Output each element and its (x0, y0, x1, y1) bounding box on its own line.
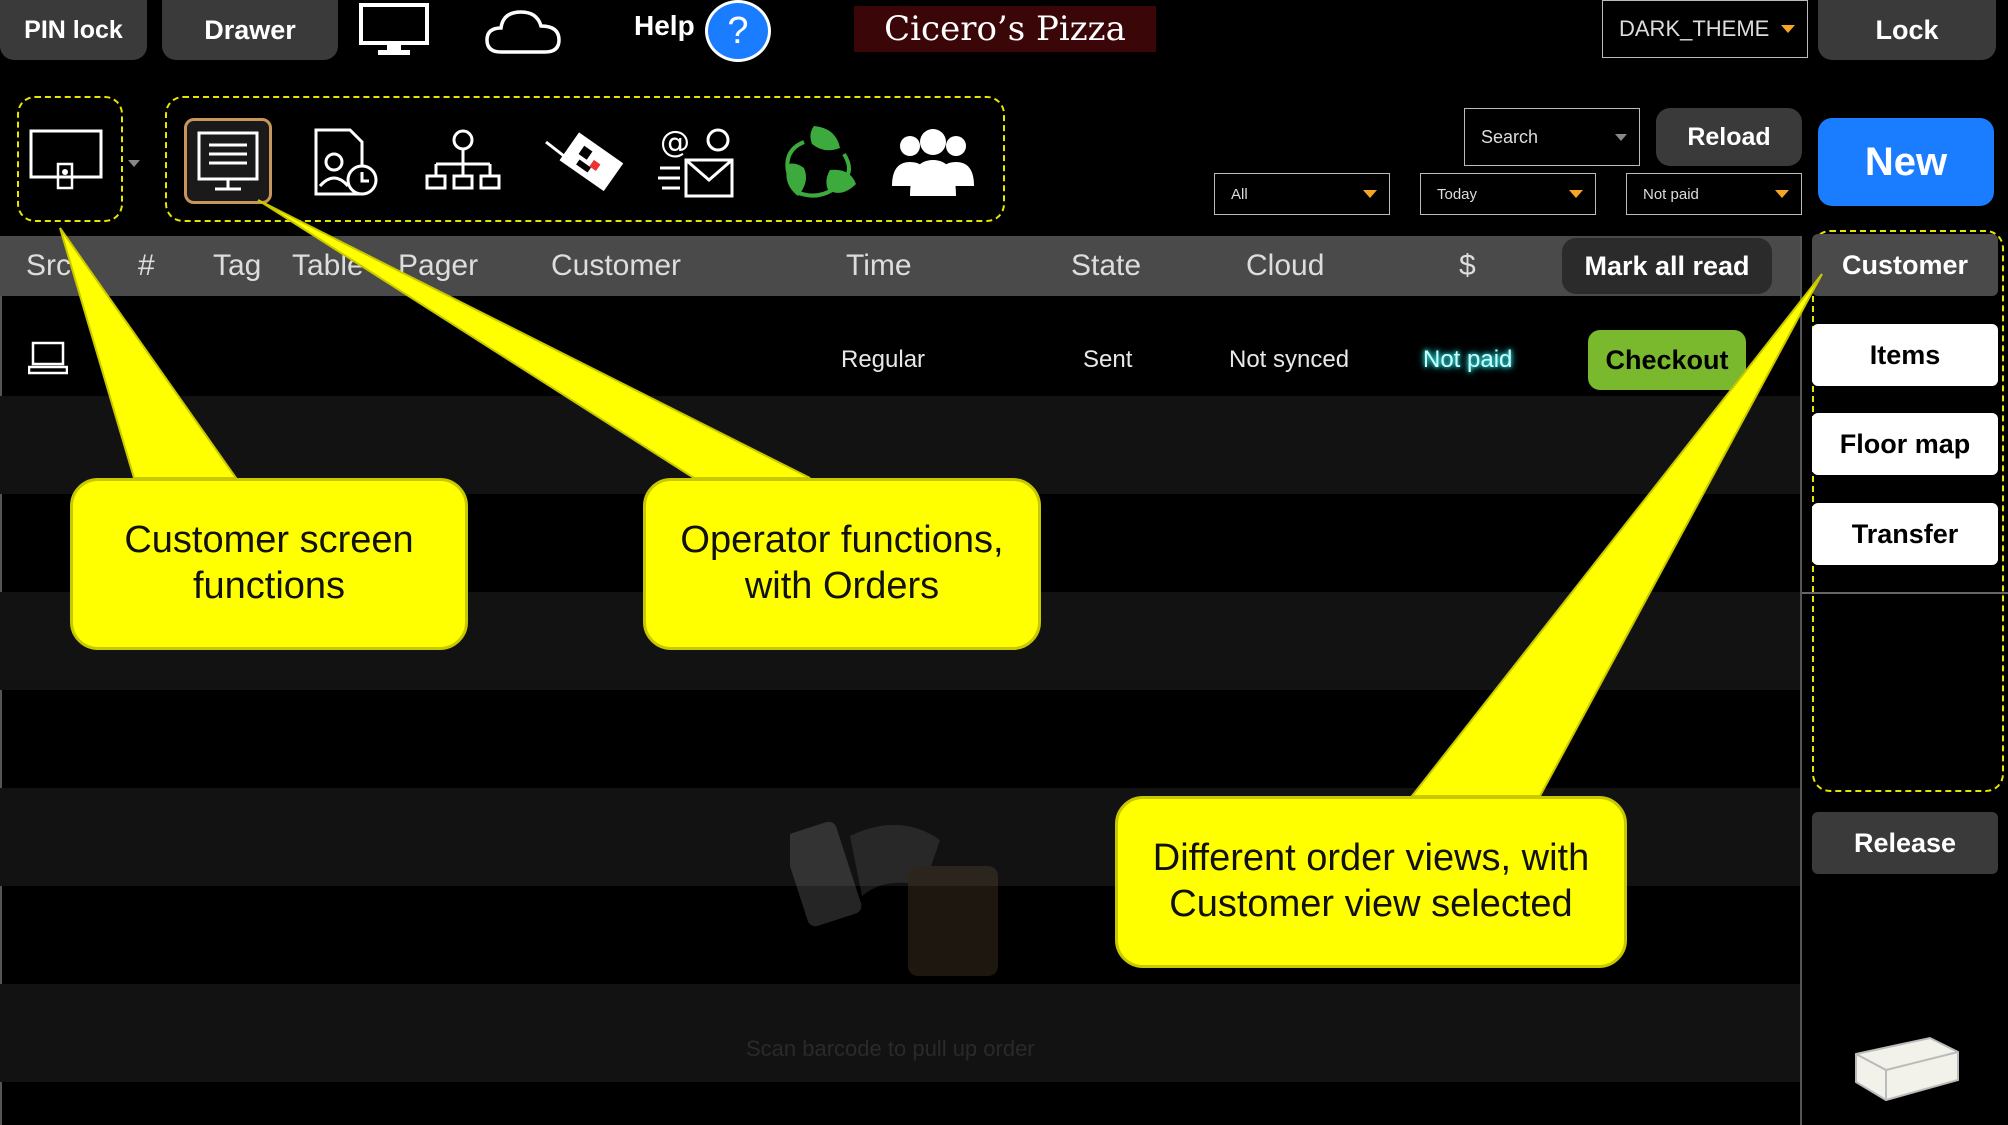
callout-operator-functions-text: Operator functions, with Orders (680, 519, 1004, 607)
callout-customer-screen: Customer screen functions (70, 478, 468, 650)
callout-customer-screen-text: Customer screen functions (124, 519, 414, 607)
callout-operator-functions: Operator functions, with Orders (643, 478, 1041, 650)
callout-order-views-text: Different order views, with Customer vie… (1152, 837, 1590, 925)
callout-order-views: Different order views, with Customer vie… (1115, 796, 1627, 968)
